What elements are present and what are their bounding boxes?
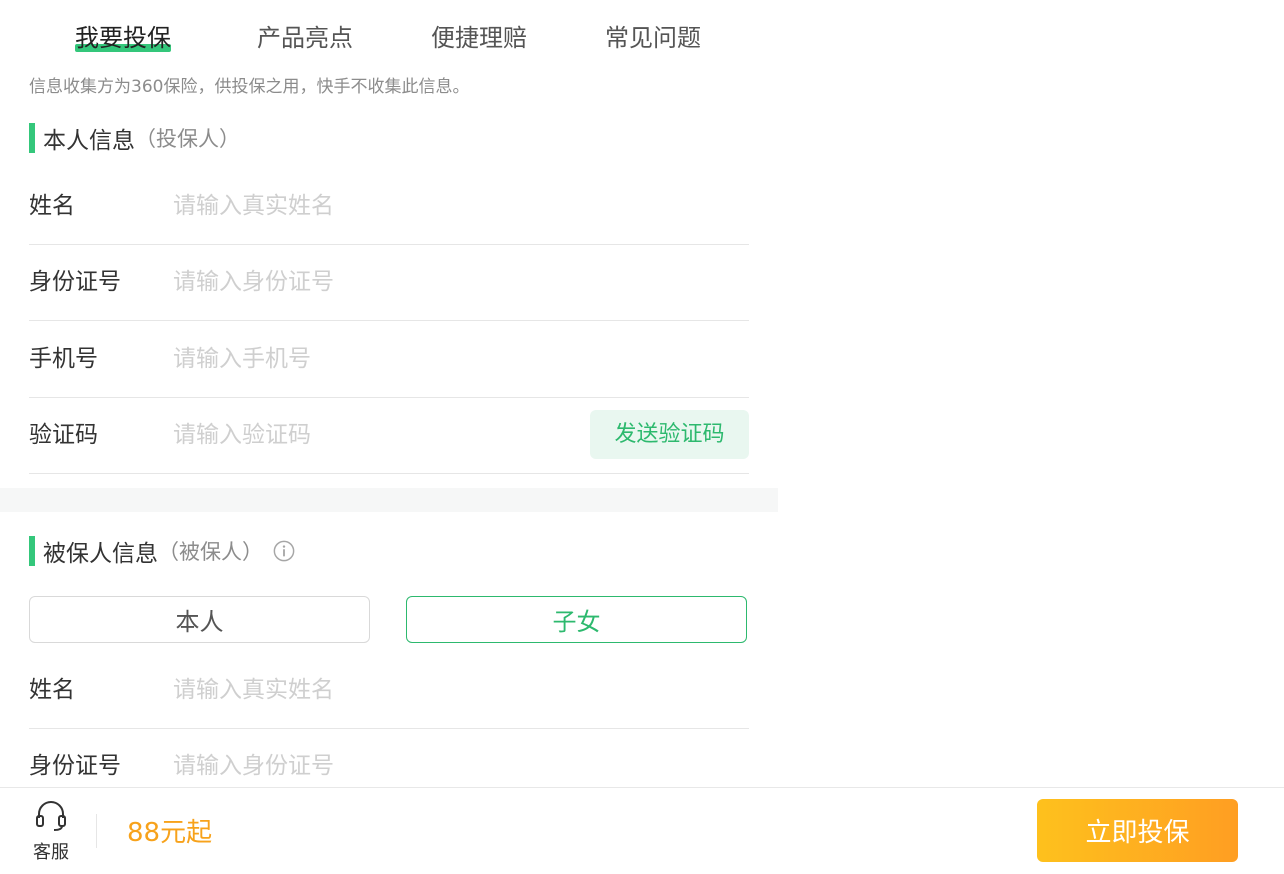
price-label: 88元起 (127, 818, 213, 848)
section-divider (0, 488, 778, 512)
section-accent-bar (29, 536, 35, 566)
applicant-id-row: 身份证号 (29, 244, 749, 321)
buy-now-button[interactable]: 立即投保 (1037, 799, 1238, 862)
info-collection-notice: 信息收集方为360保险，供投保之用，快手不收集此信息。 (29, 77, 470, 97)
customer-service-button[interactable]: 客服 (29, 800, 73, 864)
insured-title: 被保人信息 (43, 541, 158, 567)
applicant-phone-input[interactable] (173, 339, 553, 379)
tab-apply[interactable]: 我要投保 (75, 20, 171, 56)
tab-apply-label: 我要投保 (75, 24, 171, 52)
tab-claims[interactable]: 便捷理赔 (431, 20, 527, 56)
applicant-name-input[interactable] (173, 186, 553, 226)
applicant-phone-label: 手机号 (29, 346, 98, 372)
tab-faq-label: 常见问题 (605, 24, 701, 52)
bottom-action-bar: 客服 88元起 立即投保 (0, 787, 1284, 874)
applicant-section-title: 本人信息 （投保人） (29, 123, 240, 154)
tab-highlights-label: 产品亮点 (257, 24, 353, 52)
tab-highlights[interactable]: 产品亮点 (257, 20, 353, 56)
applicant-title: 本人信息 (43, 128, 135, 154)
insured-id-input[interactable] (173, 746, 553, 786)
applicant-phone-row: 手机号 (29, 321, 749, 398)
insured-subtitle: （被保人） (158, 540, 263, 564)
applicant-id-label: 身份证号 (29, 269, 121, 295)
applicant-subtitle: （投保人） (135, 127, 240, 151)
insured-name-row: 姓名 (29, 652, 749, 729)
applicant-name-label: 姓名 (29, 193, 75, 219)
insured-name-label: 姓名 (29, 677, 75, 703)
applicant-code-row: 验证码 发送验证码 (29, 397, 749, 474)
insured-section-title: 被保人信息 （被保人） (29, 536, 295, 567)
footer-separator (96, 814, 97, 848)
top-tab-bar: 我要投保 产品亮点 便捷理赔 常见问题 (0, 0, 778, 70)
send-code-button[interactable]: 发送验证码 (590, 410, 749, 459)
service-label: 客服 (33, 842, 69, 863)
insured-choice-child[interactable]: 子女 (406, 596, 747, 643)
section-accent-bar (29, 123, 35, 153)
verification-code-input[interactable] (173, 415, 473, 455)
tab-faq[interactable]: 常见问题 (605, 20, 701, 56)
applicant-name-row: 姓名 (29, 168, 749, 245)
applicant-id-input[interactable] (173, 262, 553, 302)
info-circle-icon[interactable] (273, 540, 295, 562)
tab-claims-label: 便捷理赔 (431, 24, 527, 52)
applicant-code-label: 验证码 (29, 422, 98, 448)
insured-choice-self[interactable]: 本人 (29, 596, 370, 643)
insured-name-input[interactable] (173, 670, 553, 710)
headset-icon (36, 801, 66, 831)
